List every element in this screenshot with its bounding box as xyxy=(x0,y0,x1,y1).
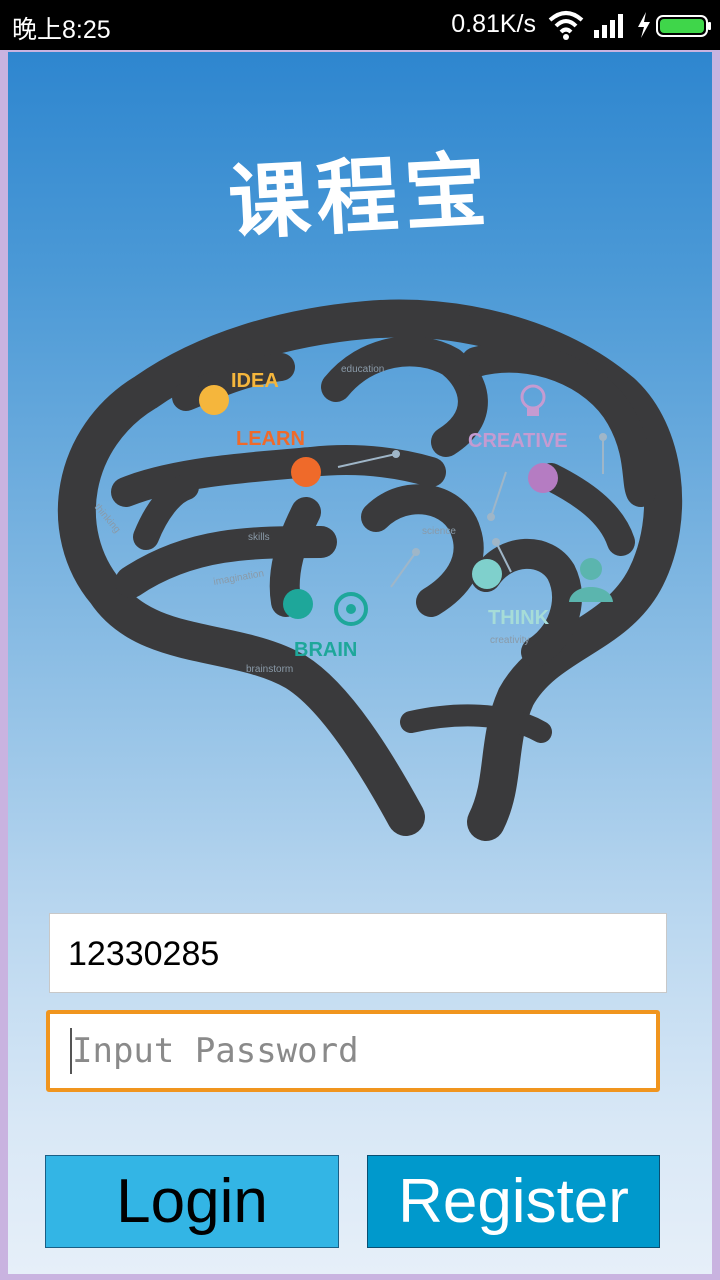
label-imagination: imagination xyxy=(213,568,265,588)
label-brainstorm: brainstorm xyxy=(246,664,293,675)
wifi-icon xyxy=(548,11,584,40)
label-science: science xyxy=(422,526,456,537)
label-idea: IDEA xyxy=(231,370,279,392)
battery-icon xyxy=(656,15,711,37)
password-placeholder: Input Password xyxy=(72,1031,359,1071)
label-skills: skills xyxy=(248,532,270,543)
status-bar: 晚上8:25 0.81K/s xyxy=(0,0,720,50)
charging-icon xyxy=(638,12,650,38)
brain-illustration: IDEA LEARN CREATIVE BRAIN THINK educatio… xyxy=(57,299,683,841)
register-button[interactable]: Register xyxy=(367,1155,660,1248)
lightbulb-icon xyxy=(520,384,546,416)
network-speed: 0.81K/s xyxy=(451,10,536,38)
login-button[interactable]: Login xyxy=(45,1155,339,1248)
label-think: THINK xyxy=(488,607,550,629)
gear-icon xyxy=(334,592,368,626)
username-field[interactable]: 12330285 xyxy=(49,913,667,993)
label-creativity: creativity xyxy=(490,635,529,646)
password-field[interactable]: Input Password xyxy=(46,1010,660,1092)
label-learn: LEARN xyxy=(236,428,305,450)
label-creative: CREATIVE xyxy=(468,430,568,452)
signal-icon xyxy=(594,14,623,38)
label-education: education xyxy=(341,364,384,375)
status-time: 晚上8:25 xyxy=(12,16,111,44)
label-brain: BRAIN xyxy=(294,639,357,661)
app-screen: 课程宝 IDEA LEARN CREATIVE BRAIN THINK educ… xyxy=(8,52,712,1274)
